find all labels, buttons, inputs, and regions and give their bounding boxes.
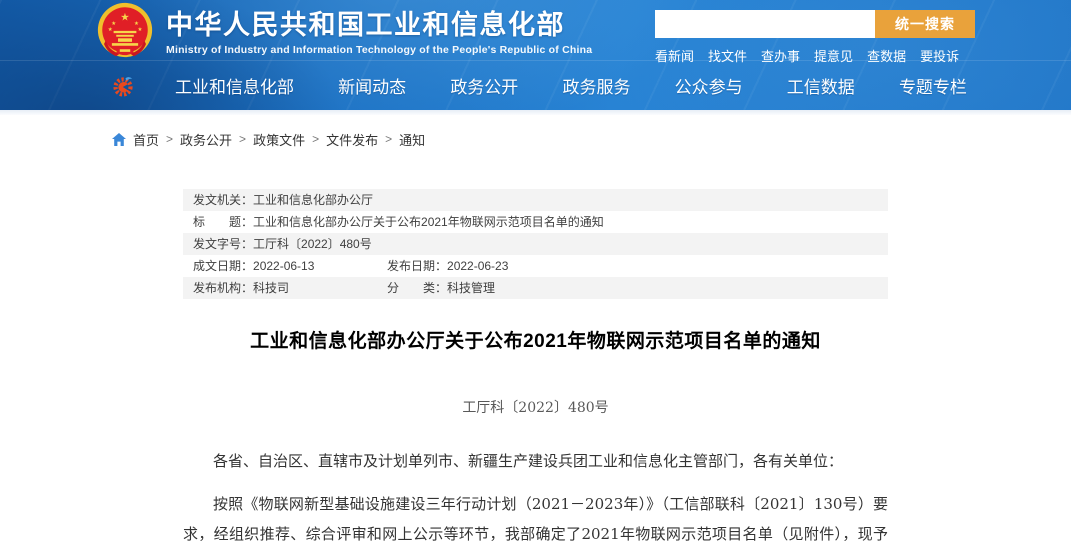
site-header: ★ ★ ★ ★ ★ 中华人民共和国工业和信息化部 Ministry of Ind… <box>0 0 1071 110</box>
breadcrumb-separator: > <box>385 132 393 146</box>
meta-value: 2022-06-23 <box>447 259 509 273</box>
meta-row-title: 标 题：工业和信息化部办公厅关于公布2021年物联网示范项目名单的通知 <box>183 211 888 233</box>
breadcrumb-current-notice: 通知 <box>399 132 426 148</box>
document-paragraph-body: 按照《物联网新型基础设施建设三年行动计划（2021－2023年）》（工信部联科〔… <box>183 495 888 543</box>
header-bottom-strip <box>0 110 1071 115</box>
site-subtitle: Ministry of Industry and Information Tec… <box>166 43 593 56</box>
nav-item-gov-info[interactable]: 政务公开 <box>450 73 518 98</box>
meta-label: 发文机关： <box>193 193 254 207</box>
national-emblem-icon: ★ ★ ★ ★ ★ <box>97 2 153 58</box>
svg-text:★: ★ <box>108 27 113 33</box>
header-top: ★ ★ ★ ★ ★ 中华人民共和国工业和信息化部 Ministry of Ind… <box>0 0 1071 64</box>
svg-text:★: ★ <box>120 11 130 23</box>
document-paragraph-salutation: 各省、自治区、直辖市及计划单列市、新疆生产建设兵团工业和信息化主管部门，各有关单… <box>213 452 844 470</box>
miit-gear-icon <box>113 76 133 97</box>
quick-link-news[interactable]: 看新闻 <box>655 46 694 65</box>
meta-label: 发文字号： <box>193 237 254 251</box>
search-area: 统一搜索 看新闻 找文件 查办事 提意见 查数据 要投诉 <box>655 10 975 65</box>
breadcrumb-gov-info[interactable]: 政务公开 <box>180 130 232 149</box>
nav-item-participation[interactable]: 公众参与 <box>675 73 743 98</box>
meta-row-doc-number: 发文字号：工厅科〔2022〕480号 <box>183 233 888 255</box>
nav-item-miit[interactable]: 工业和信息化部 <box>175 73 294 98</box>
brand[interactable]: ★ ★ ★ ★ ★ 中华人民共和国工业和信息化部 Ministry of Ind… <box>97 2 592 58</box>
meta-row-dates: 成文日期：2022-06-13 发布日期：2022-06-23 <box>183 255 888 277</box>
meta-label: 标 题： <box>193 215 254 229</box>
breadcrumb-separator: > <box>239 132 247 146</box>
quick-link-feedback[interactable]: 提意见 <box>814 46 853 65</box>
meta-table: 发文机关：工业和信息化部办公厅 标 题：工业和信息化部办公厅关于公布2021年物… <box>183 189 888 299</box>
meta-cell-publish-date: 发布日期：2022-06-23 <box>387 255 508 277</box>
search-button[interactable]: 统一搜索 <box>875 10 975 38</box>
meta-value: 科技管理 <box>447 281 496 295</box>
document-title: 工业和信息化部办公厅关于公布2021年物联网示范项目名单的通知 <box>250 331 821 352</box>
nav-items: 工业和信息化部 新闻动态 政务公开 政务服务 公众参与 工信数据 专题专栏 <box>175 73 967 98</box>
quick-link-complaint[interactable]: 要投诉 <box>920 46 959 65</box>
document-area: 发文机关：工业和信息化部办公厅 标 题：工业和信息化部办公厅关于公布2021年物… <box>183 189 888 548</box>
meta-value: 2022-06-13 <box>253 259 315 273</box>
nav-item-gov-services[interactable]: 政务服务 <box>562 73 630 98</box>
breadcrumb-separator: > <box>166 132 174 146</box>
meta-label: 发布日期： <box>387 259 448 273</box>
nav-item-data[interactable]: 工信数据 <box>787 73 855 98</box>
brand-text: 中华人民共和国工业和信息化部 Ministry of Industry and … <box>166 5 592 56</box>
site-title: 中华人民共和国工业和信息化部 <box>166 9 565 40</box>
quick-link-data[interactable]: 查数据 <box>867 46 906 65</box>
meta-label: 分 类： <box>387 281 448 295</box>
meta-value: 工厅科〔2022〕480号 <box>253 237 372 251</box>
nav-item-news[interactable]: 新闻动态 <box>338 73 406 98</box>
breadcrumb-separator: > <box>312 132 320 146</box>
breadcrumb-home[interactable]: 首页 <box>133 130 159 149</box>
svg-text:★: ★ <box>134 21 139 27</box>
breadcrumb-doc-release[interactable]: 文件发布 <box>326 130 378 149</box>
home-icon[interactable] <box>112 132 126 146</box>
meta-row-agency-category: 发布机构：科技司 分 类：科技管理 <box>183 277 888 299</box>
quick-link-files[interactable]: 找文件 <box>708 46 747 65</box>
meta-value: 工业和信息化部办公厅 <box>253 193 374 207</box>
meta-row-issuing-office: 发文机关：工业和信息化部办公厅 <box>183 189 888 211</box>
meta-value: 科技司 <box>253 281 290 295</box>
breadcrumb: 首页 > 政务公开 > 政策文件 > 文件发布 > 通知 <box>112 129 1071 149</box>
breadcrumb-policy-docs[interactable]: 政策文件 <box>253 130 305 149</box>
meta-value: 工业和信息化部办公厅关于公布2021年物联网示范项目名单的通知 <box>253 215 604 229</box>
search-input[interactable] <box>655 10 875 38</box>
quick-link-services[interactable]: 查办事 <box>761 46 800 65</box>
svg-text:★: ★ <box>138 27 143 33</box>
meta-label: 发布机构： <box>193 281 254 295</box>
meta-cell-category: 分 类：科技管理 <box>387 277 495 299</box>
meta-label: 成文日期： <box>193 259 254 273</box>
document-number: 工厅科〔2022〕480号 <box>462 400 609 416</box>
quick-links: 看新闻 找文件 查办事 提意见 查数据 要投诉 <box>655 46 975 65</box>
search-row: 统一搜索 <box>655 10 975 38</box>
nav-item-topics[interactable]: 专题专栏 <box>899 73 967 98</box>
svg-text:★: ★ <box>111 21 116 27</box>
main-nav: 工业和信息化部 新闻动态 政务公开 政务服务 公众参与 工信数据 专题专栏 <box>0 60 1071 110</box>
